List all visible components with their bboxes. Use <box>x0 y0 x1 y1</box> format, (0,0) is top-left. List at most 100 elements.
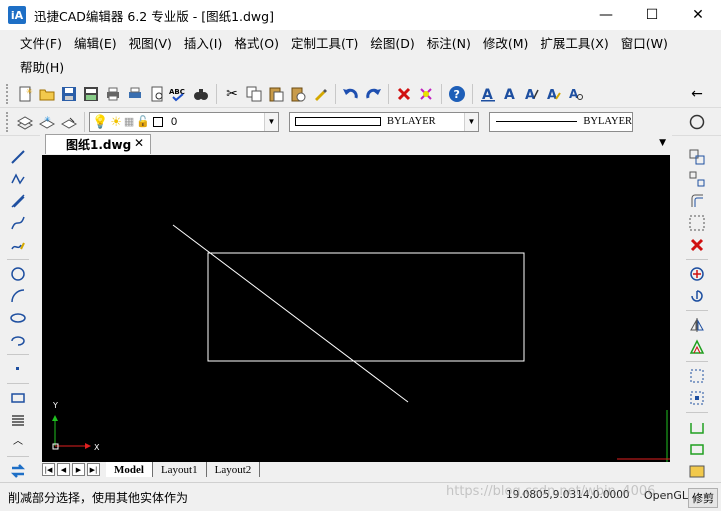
find-icon[interactable] <box>191 84 211 104</box>
save-icon[interactable] <box>59 84 79 104</box>
delete-icon[interactable] <box>394 84 414 104</box>
menu-item-row1-9[interactable]: 扩展工具(X) <box>534 33 614 52</box>
tab-drawing[interactable]: 图纸1.dwg ✕ <box>45 134 151 154</box>
xline-icon[interactable] <box>8 191 28 211</box>
copy-icon[interactable] <box>244 84 264 104</box>
window-title: 迅捷CAD编辑器 6.2 专业版 - [图纸1.dwg] <box>34 8 274 24</box>
first-layout-icon[interactable]: |◀ <box>42 463 55 476</box>
toolbar-grip[interactable] <box>6 83 10 104</box>
mirror-copy-icon[interactable] <box>687 169 707 189</box>
drawing-canvas[interactable]: Y X <box>42 155 670 462</box>
new-icon[interactable]: ✳ <box>15 84 35 104</box>
rotate-icon[interactable] <box>687 286 707 306</box>
close-icon[interactable]: ✕ <box>134 136 144 150</box>
paste-special-icon[interactable] <box>288 84 308 104</box>
spellcheck-icon[interactable]: ABC <box>169 84 189 104</box>
chevron-down-icon[interactable]: ▼ <box>659 138 666 148</box>
menu-item-row1-2[interactable]: 视图(V) <box>123 33 178 52</box>
match-properties-icon[interactable] <box>310 84 330 104</box>
sketch-icon[interactable] <box>8 235 28 255</box>
swap-icon[interactable] <box>8 461 28 481</box>
lineweight-dropdown[interactable]: BYLAYER <box>489 111 633 132</box>
point-icon[interactable] <box>8 359 28 379</box>
chevron-up-icon[interactable]: ︿ <box>8 432 28 452</box>
ucs-y-label: Y <box>52 401 58 410</box>
array-icon[interactable] <box>687 213 707 233</box>
cut-icon[interactable]: ✂ <box>222 84 242 104</box>
layer-state-icon[interactable]: ✳ <box>37 112 57 132</box>
svg-text:?: ? <box>454 88 460 101</box>
rectangle-icon[interactable] <box>8 388 28 408</box>
circle-icon[interactable] <box>687 112 707 132</box>
menu-item-row1-1[interactable]: 编辑(E) <box>68 33 123 52</box>
stretch-icon[interactable] <box>687 366 707 386</box>
polyline-icon[interactable] <box>8 169 28 189</box>
arrow-left-icon[interactable]: ← <box>687 84 707 104</box>
layer-manager-icon[interactable] <box>15 112 35 132</box>
draw-toolbar: ︿ <box>0 140 36 482</box>
prev-layout-icon[interactable]: ◀ <box>57 463 70 476</box>
line-icon[interactable] <box>8 147 28 167</box>
trim-button[interactable]: 修剪 <box>688 488 718 508</box>
chevron-down-icon[interactable]: ▼ <box>464 112 478 131</box>
menu-item-row1-10[interactable]: 窗口(W) <box>615 33 674 52</box>
hatch-icon[interactable] <box>8 410 28 430</box>
extend-icon[interactable] <box>687 439 707 459</box>
copy-object-icon[interactable] <box>687 147 707 167</box>
mirror-icon[interactable] <box>687 315 707 335</box>
lengthen-icon[interactable] <box>687 388 707 408</box>
ellipse-icon[interactable] <box>8 308 28 328</box>
find-text-icon[interactable]: A <box>566 84 586 104</box>
menu-item-row1-3[interactable]: 插入(I) <box>178 33 228 52</box>
edit-text-icon[interactable]: A <box>522 84 542 104</box>
circle-icon[interactable] <box>8 264 28 284</box>
tab-layout1[interactable]: Layout1 <box>153 462 207 477</box>
text-icon[interactable]: A <box>478 84 498 104</box>
close-button[interactable]: ✕ <box>675 0 721 30</box>
menu-item-row1-8[interactable]: 修改(M) <box>477 33 535 52</box>
menu-item-row1-7[interactable]: 标注(N) <box>421 33 477 52</box>
trim-icon[interactable] <box>687 417 707 437</box>
menu-item-row2-0[interactable]: 帮助(H) <box>14 57 70 76</box>
style-text-icon[interactable]: A <box>544 84 564 104</box>
purge-icon[interactable] <box>416 84 436 104</box>
print-icon[interactable] <box>103 84 123 104</box>
undo-icon[interactable] <box>341 84 361 104</box>
layout-tab-bar: |◀ ◀ ▶ ▶| Model Layout1 Layout2 <box>40 462 670 477</box>
print-preview-icon[interactable] <box>125 84 145 104</box>
command-prompt: 削减部分选择，使用其他实体作为 <box>8 490 189 505</box>
spline-icon[interactable] <box>8 213 28 233</box>
redo-icon[interactable] <box>363 84 383 104</box>
drawn-rectangle[interactable] <box>207 252 525 362</box>
linetype-dropdown[interactable]: BYLAYER ▼ <box>289 111 479 132</box>
arc-icon[interactable] <box>8 286 28 306</box>
help-icon[interactable]: ? <box>447 84 467 104</box>
save-as-icon[interactable] <box>81 84 101 104</box>
break-icon[interactable] <box>687 461 707 481</box>
toolbar-separator <box>441 83 442 104</box>
scale-icon[interactable] <box>687 337 707 357</box>
ellipse-arc-icon[interactable] <box>8 330 28 350</box>
maximize-button[interactable]: ☐ <box>629 0 675 30</box>
mtext-icon[interactable]: A <box>500 84 520 104</box>
minimize-button[interactable]: — <box>583 0 629 30</box>
layer-previous-icon[interactable] <box>59 112 79 132</box>
menu-item-row1-6[interactable]: 绘图(D) <box>364 33 420 52</box>
erase-icon[interactable] <box>687 235 707 255</box>
menu-item-row1-5[interactable]: 定制工具(T) <box>285 33 364 52</box>
open-icon[interactable] <box>37 84 57 104</box>
tab-layout2[interactable]: Layout2 <box>207 462 261 477</box>
layer-thaw-icon: ☀ <box>110 113 122 129</box>
chevron-down-icon[interactable]: ▼ <box>264 112 278 131</box>
paste-icon[interactable] <box>266 84 286 104</box>
last-layout-icon[interactable]: ▶| <box>87 463 100 476</box>
offset-icon[interactable] <box>687 191 707 211</box>
tab-model[interactable]: Model <box>106 462 153 477</box>
menu-item-row1-0[interactable]: 文件(F) <box>14 33 68 52</box>
plot-icon[interactable] <box>147 84 167 104</box>
layer-dropdown[interactable]: 💡 ☀ ▦ 🔓 0 ▼ <box>89 111 279 132</box>
move-icon[interactable] <box>687 264 707 284</box>
toolbar-grip[interactable] <box>6 111 10 132</box>
menu-item-row1-4[interactable]: 格式(O) <box>228 33 285 52</box>
next-layout-icon[interactable]: ▶ <box>72 463 85 476</box>
